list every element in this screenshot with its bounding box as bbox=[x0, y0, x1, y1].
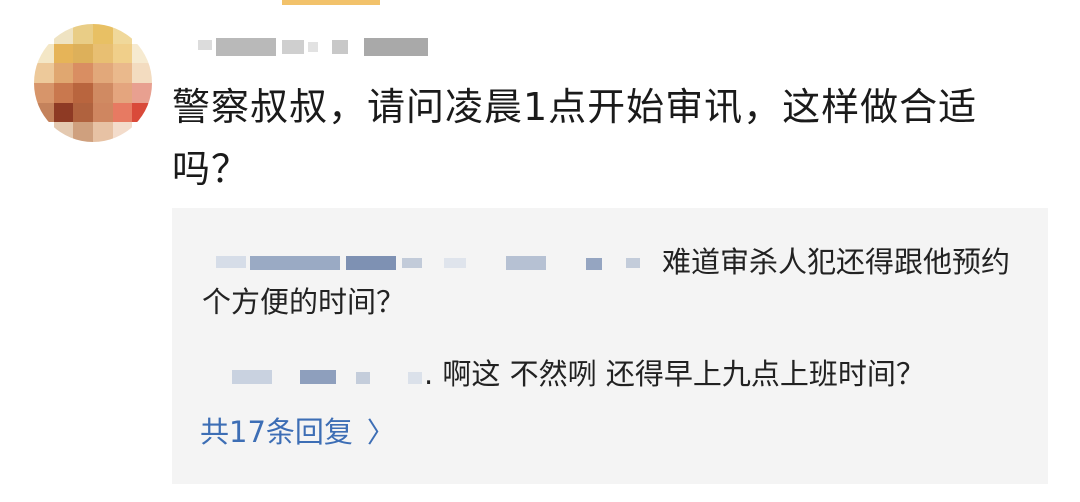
avatar-pixel bbox=[34, 102, 54, 123]
avatar[interactable] bbox=[34, 24, 152, 142]
avatar-pixel bbox=[53, 43, 74, 64]
avatar-pixel bbox=[53, 122, 74, 142]
comment-text: 警察叔叔，请问凌晨1点开始审讯，这样做合适吗？ bbox=[172, 85, 978, 191]
reply-1-content: 难道审杀人犯还得跟他预约个方便的时间？ bbox=[202, 245, 1011, 319]
avatar-pixel bbox=[53, 24, 74, 44]
reply-1-text: 难道审杀人犯还得跟他预约个方便的时间？ bbox=[202, 242, 1022, 322]
view-more-replies-link[interactable]: 共17条回复〉 bbox=[200, 412, 395, 453]
view-more-replies-label: 共17条回复 bbox=[200, 415, 353, 449]
avatar-pixel bbox=[53, 102, 74, 123]
reply-2-content: . 啊这 不然咧 还得早上九点上班时间？ bbox=[424, 357, 925, 391]
avatar-pixel bbox=[112, 82, 133, 103]
avatar-pixel bbox=[92, 82, 113, 103]
top-tab-indicator bbox=[282, 0, 380, 5]
avatar-pixel bbox=[53, 82, 74, 103]
avatar-pixel bbox=[53, 63, 74, 83]
avatar-pixel bbox=[92, 24, 113, 44]
avatar-pixel bbox=[34, 122, 54, 142]
avatar-pixel bbox=[112, 43, 133, 64]
chevron-right-icon: 〉 bbox=[366, 416, 395, 449]
avatar-pixel bbox=[132, 82, 152, 103]
avatar-pixel bbox=[92, 102, 113, 123]
avatar-pixel bbox=[112, 24, 133, 44]
avatar-pixel bbox=[92, 63, 113, 83]
avatar-pixel bbox=[112, 63, 133, 83]
avatar-pixel bbox=[132, 63, 152, 83]
reply-2-text: . 啊这 不然咧 还得早上九点上班时间？ bbox=[202, 354, 1022, 394]
avatar-pixel bbox=[132, 122, 152, 142]
avatar-pixel bbox=[112, 122, 133, 142]
avatar-pixel bbox=[34, 63, 54, 83]
avatar-pixel bbox=[34, 82, 54, 103]
avatar-pixel bbox=[73, 102, 93, 123]
avatar-pixel bbox=[73, 122, 93, 142]
avatar-pixel bbox=[73, 63, 93, 83]
avatar-pixel bbox=[73, 24, 93, 44]
username-blurred[interactable] bbox=[196, 36, 436, 56]
avatar-pixel bbox=[132, 24, 152, 44]
avatar-pixel bbox=[132, 43, 152, 64]
reply-box[interactable]: 难道审杀人犯还得跟他预约个方便的时间？ . 啊这 不然咧 还得早上九点上班时间？… bbox=[172, 208, 1048, 484]
avatar-pixel bbox=[132, 102, 152, 123]
avatar-pixel bbox=[92, 122, 113, 142]
avatar-pixel bbox=[112, 102, 133, 123]
avatar-pixel bbox=[92, 43, 113, 64]
avatar-pixel bbox=[73, 82, 93, 103]
avatar-pixel bbox=[34, 24, 54, 44]
avatar-pixel bbox=[34, 43, 54, 64]
avatar-pixel bbox=[73, 43, 93, 64]
